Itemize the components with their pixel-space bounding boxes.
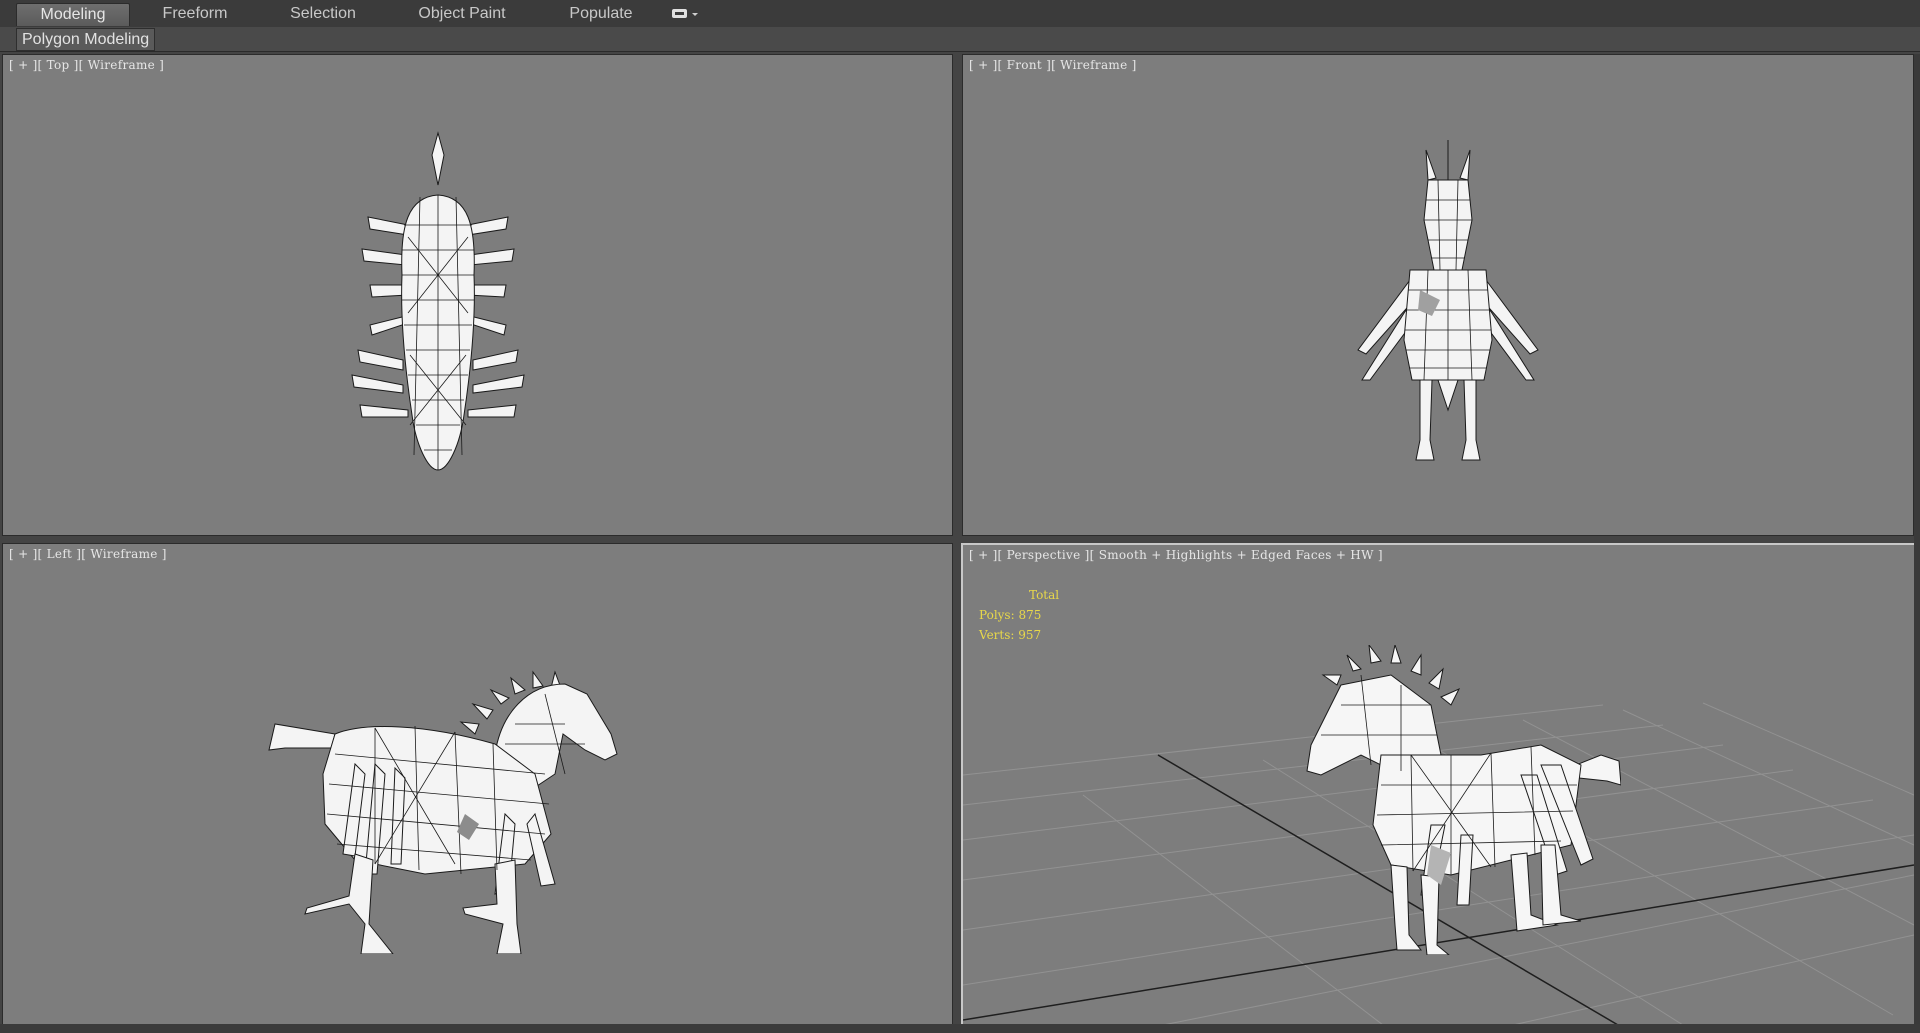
ribbon-tab-bar: Modeling Freeform Selection Object Paint… xyxy=(0,0,1920,28)
horse-model-front-view[interactable] xyxy=(1348,140,1548,470)
tab-modeling[interactable]: Modeling xyxy=(16,3,130,26)
display-options-icon[interactable] xyxy=(671,7,701,21)
viewport-perspective[interactable]: [ + ][ Perspective ][ Smooth + Highlight… xyxy=(961,543,1916,1027)
viewport-top[interactable]: [ + ][ Top ][ Wireframe ] xyxy=(2,54,953,536)
right-command-panel-edge xyxy=(1914,54,1920,1033)
polygon-modeling-tab[interactable]: Polygon Modeling xyxy=(16,28,156,51)
viewport-front[interactable]: [ + ][ Front ][ Wireframe ] xyxy=(962,54,1914,536)
tab-freeform[interactable]: Freeform xyxy=(140,3,250,25)
bottom-status-bar xyxy=(0,1024,1920,1033)
tab-object-paint[interactable]: Object Paint xyxy=(400,3,524,25)
viewport-label-front[interactable]: [ + ][ Front ][ Wireframe ] xyxy=(969,58,1137,72)
3d-modeling-app: Modeling Freeform Selection Object Paint… xyxy=(0,0,1920,1033)
horse-model-top-view[interactable] xyxy=(348,125,528,475)
viewport-left[interactable]: [ + ][ Left ][ Wireframe ] xyxy=(2,543,953,1025)
horse-model-perspective[interactable] xyxy=(1281,645,1621,955)
horse-model-left-view[interactable] xyxy=(265,664,645,954)
ribbon-panel-bar: Polygon Modeling xyxy=(0,27,1920,52)
tab-populate[interactable]: Populate xyxy=(546,3,656,25)
tab-selection[interactable]: Selection xyxy=(268,3,378,25)
viewport-label-left[interactable]: [ + ][ Left ][ Wireframe ] xyxy=(9,547,167,561)
viewport-label-top[interactable]: [ + ][ Top ][ Wireframe ] xyxy=(9,58,164,72)
